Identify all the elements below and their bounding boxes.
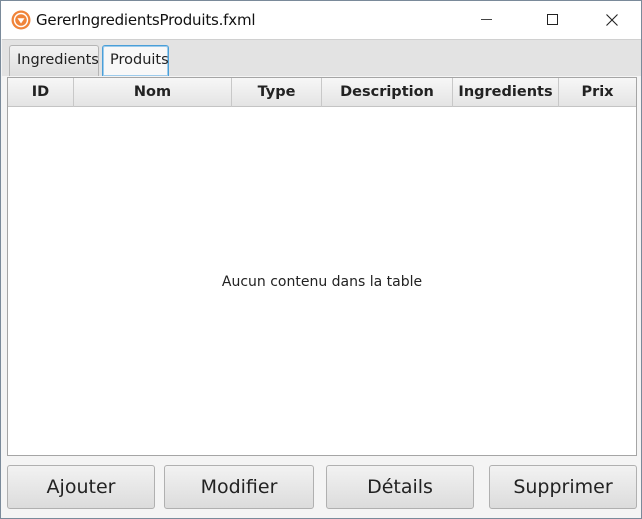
column-header-type[interactable]: Type [232, 78, 322, 107]
table-empty-placeholder: Aucun contenu dans la table [221, 274, 423, 290]
window-title: GererIngredientsProduits.fxml [36, 11, 256, 29]
app-shield-icon [11, 10, 31, 30]
minimize-button[interactable] [464, 1, 510, 39]
close-button[interactable] [589, 1, 635, 39]
column-header-prix[interactable]: Prix [559, 78, 636, 107]
tab-ingredients[interactable]: Ingredients [9, 45, 99, 76]
minimize-icon [481, 19, 492, 20]
details-button[interactable]: Détails [326, 465, 474, 509]
column-header-ingredients[interactable]: Ingredients [453, 78, 559, 107]
column-header-description[interactable]: Description [322, 78, 453, 107]
edit-button[interactable]: Modifier [164, 465, 314, 509]
delete-button[interactable]: Supprimer [489, 465, 637, 509]
title-bar[interactable]: GererIngredientsProduits.fxml [1, 1, 641, 39]
tab-header: Ingredients Produits [2, 39, 641, 76]
table-header: ID Nom Type Description Ingredients Prix [8, 78, 636, 107]
column-header-nom[interactable]: Nom [74, 78, 232, 107]
maximize-icon [547, 14, 558, 25]
add-button[interactable]: Ajouter [7, 465, 155, 509]
close-icon [606, 14, 618, 26]
products-table[interactable]: ID Nom Type Description Ingredients Prix… [7, 77, 637, 456]
tab-produits[interactable]: Produits [102, 45, 169, 76]
column-header-id[interactable]: ID [8, 78, 74, 107]
maximize-button[interactable] [530, 1, 576, 39]
app-window: GererIngredientsProduits.fxml Ingredient… [0, 0, 642, 519]
